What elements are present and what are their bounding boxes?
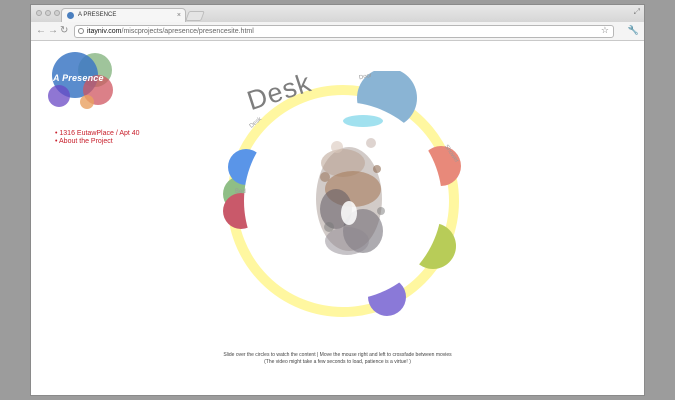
tab-title: A PRESENCE <box>78 12 117 18</box>
bookmark-star-icon[interactable]: ☆ <box>601 25 609 36</box>
instructions-line-1: Slide over the circles to watch the cont… <box>223 352 452 358</box>
instructions-text: Slide over the circles to watch the cont… <box>31 352 644 366</box>
tab-a-presence[interactable]: A PRESENCE × <box>61 8 186 22</box>
close-window-button[interactable] <box>36 10 42 16</box>
cyan-particles <box>343 115 383 127</box>
forward-arrow-icon[interactable]: → <box>48 25 58 37</box>
minimize-window-button[interactable] <box>45 10 51 16</box>
page-info-icon <box>78 28 84 34</box>
back-arrow-icon[interactable]: ← <box>36 25 46 37</box>
url-host: itayniv.com <box>87 28 122 35</box>
about-project-link[interactable]: • About the Project <box>55 138 113 145</box>
site-logo[interactable]: A Presence <box>45 47 117 109</box>
tab-close-icon[interactable]: × <box>177 9 181 22</box>
url-path: /miscprojects/apresence/presencesite.htm… <box>121 28 254 35</box>
zoom-window-button[interactable] <box>54 10 60 16</box>
browser-window: A PRESENCE × ⤢ ← → ↻ itayniv.com/miscpro… <box>30 4 645 396</box>
fullscreen-icon[interactable]: ⤢ <box>634 7 640 17</box>
browser-toolbar: ← → ↻ itayniv.com/miscprojects/apresence… <box>31 22 644 41</box>
orbit-label-bed: Bed <box>235 189 246 195</box>
tab-favicon-icon <box>67 12 74 19</box>
logo-text: A Presence <box>53 73 104 83</box>
instructions-line-2: (The video might take a few seconds to l… <box>264 359 411 365</box>
title-bar: A PRESENCE × ⤢ <box>31 5 644 22</box>
page-content: A Presence • 1316 EutawPlace / Apt 40 • … <box>31 41 644 395</box>
address-bar[interactable]: itayniv.com/miscprojects/apresence/prese… <box>74 25 614 38</box>
address-link[interactable]: • 1316 EutawPlace / Apt 40 <box>55 130 140 137</box>
reload-icon[interactable]: ↻ <box>60 25 68 37</box>
wrench-icon[interactable]: 🔧 <box>628 25 639 36</box>
new-tab-button[interactable] <box>185 11 205 21</box>
